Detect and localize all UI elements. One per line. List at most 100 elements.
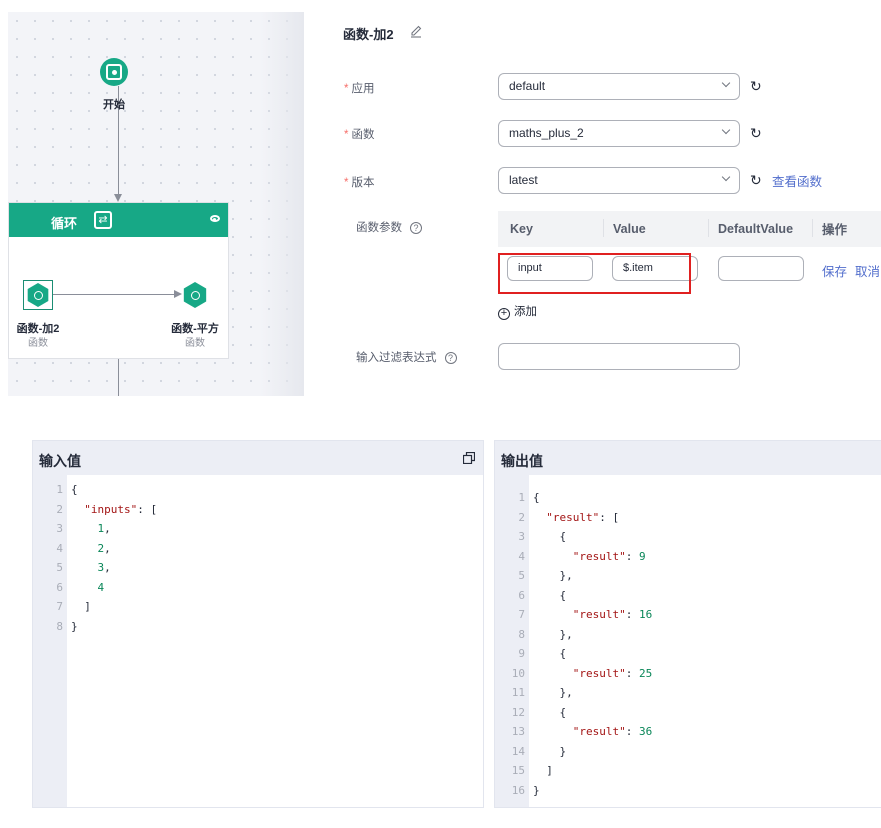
eye-icon[interactable] <box>210 215 220 222</box>
function-select[interactable]: maths_plus_2 <box>498 120 740 147</box>
code-line: 3 { <box>495 527 881 547</box>
code-text: } <box>71 619 78 633</box>
code-text: { <box>533 530 567 543</box>
code-line: 5 }, <box>495 566 881 586</box>
line-number: 8 <box>56 619 63 633</box>
line-number: 1 <box>56 483 63 496</box>
code-text: "result": [ <box>546 510 620 524</box>
output-panel-header: 输出值 <box>495 441 881 475</box>
line-number: 2 <box>518 510 525 524</box>
code-line: 14 } <box>495 742 881 762</box>
help-icon[interactable]: ? <box>410 221 422 234</box>
code-text: } <box>533 783 540 797</box>
loop-header[interactable]: 循环 ⇄ <box>9 203 228 237</box>
output-panel-title: 输出值 <box>501 453 543 469</box>
plus-circle-icon: + <box>498 308 510 320</box>
line-number: 15 <box>511 764 525 777</box>
function-node-square-type: 函数 <box>185 338 205 349</box>
code-line: 9 { <box>495 644 881 664</box>
line-number: 13 <box>511 725 525 738</box>
line-number: 11 <box>511 686 525 699</box>
function-node-add2[interactable] <box>23 280 53 310</box>
app-label: * 应用 <box>344 83 375 95</box>
output-panel: 输出值 1{2 "result": [3 {4 "result": 95 }, 6… <box>494 440 881 808</box>
code-line: 8} <box>33 617 483 637</box>
code-text: }, <box>533 686 573 699</box>
arrow-right-icon <box>174 290 182 298</box>
refresh-icon[interactable]: ↻ <box>750 125 762 142</box>
code-text: "result": 25 <box>572 666 653 680</box>
params-label: 函数参数? <box>356 219 422 235</box>
code-line: 11 }, <box>495 683 881 703</box>
code-line: 13 "result": 36 <box>495 722 881 742</box>
cancel-button[interactable]: 取消 <box>855 261 880 280</box>
output-code-viewer[interactable]: 1{2 "result": [3 {4 "result": 95 }, 6 {7 … <box>495 475 881 807</box>
code-text: { <box>533 491 540 504</box>
param-default-input[interactable] <box>718 256 804 281</box>
save-button[interactable]: 保存 <box>822 261 847 280</box>
line-number: 8 <box>518 627 525 641</box>
code-text: "result": 9 <box>572 549 646 563</box>
code-text: 4 <box>97 580 105 594</box>
filter-label: 输入过滤表达式? <box>356 349 457 365</box>
code-text: { <box>533 647 567 660</box>
code-line: 10 "result": 25 <box>495 664 881 684</box>
filter-expression-input[interactable] <box>498 343 740 370</box>
code-text: }, <box>533 569 573 582</box>
copy-icon[interactable] <box>463 452 475 464</box>
code-text: } <box>533 744 567 758</box>
line-number: 2 <box>56 502 63 516</box>
code-line: 3 1, <box>33 519 483 539</box>
params-table-header: Key Value DefaultValue 操作 <box>498 211 881 247</box>
connector-add-square <box>51 294 177 295</box>
refresh-icon[interactable]: ↻ <box>750 78 762 95</box>
line-number: 4 <box>518 549 525 563</box>
start-icon <box>106 64 122 80</box>
line-number: 4 <box>56 541 63 555</box>
edit-icon[interactable] <box>409 24 423 38</box>
code-line: 12 { <box>495 703 881 723</box>
line-number: 7 <box>518 608 525 621</box>
code-text: 2, <box>97 541 111 555</box>
flow-canvas[interactable]: 开始 循环 ⇄ 函数-加2 函数 函数-平方 函数 <box>8 12 304 396</box>
refresh-icon[interactable]: ↻ <box>750 172 762 189</box>
code-text: { <box>71 483 78 496</box>
code-line: 2 "inputs": [ <box>33 500 483 520</box>
start-node-label: 开始 <box>103 99 125 111</box>
code-line: 7 ] <box>33 597 483 617</box>
function-node-square[interactable] <box>182 282 208 308</box>
code-line: 1{ <box>33 480 483 500</box>
code-text: 3, <box>97 561 111 574</box>
line-number: 6 <box>56 580 63 594</box>
code-line: 6 { <box>495 586 881 606</box>
input-code-editor[interactable]: 1{2 "inputs": [3 1, 4 2, 5 3, 6 47 ] 8} <box>33 475 483 807</box>
function-label: * 函数 <box>344 129 375 141</box>
column-actions: 操作 <box>822 223 848 237</box>
code-line: 4 "result": 9 <box>495 547 881 567</box>
code-text: "inputs": [ <box>84 502 158 516</box>
add-param-button[interactable]: + 添加 <box>498 303 537 320</box>
code-line: 2 "result": [ <box>495 508 881 528</box>
loop-icon: ⇄ <box>94 211 112 229</box>
help-icon[interactable]: ? <box>444 351 457 364</box>
column-default-value: DefaultValue <box>718 222 794 236</box>
code-text: { <box>533 588 567 602</box>
line-number: 3 <box>56 522 63 535</box>
view-function-link[interactable]: 查看函数 <box>772 171 822 190</box>
version-select[interactable]: latest <box>498 167 740 194</box>
code-line: 15 ] <box>495 761 881 781</box>
code-line: 1{ <box>495 488 881 508</box>
line-number: 14 <box>511 744 525 758</box>
start-node[interactable] <box>100 58 128 86</box>
loop-title: 循环 <box>51 216 78 231</box>
connector-loop-out <box>118 359 119 396</box>
chevron-down-icon <box>721 125 731 135</box>
line-number: 10 <box>511 666 525 680</box>
code-line: 5 3, <box>33 558 483 578</box>
line-number: 5 <box>518 569 525 582</box>
app-select[interactable]: default <box>498 73 740 100</box>
code-line: 16} <box>495 781 881 801</box>
column-value: Value <box>613 222 646 236</box>
code-line: 7 "result": 16 <box>495 605 881 625</box>
app-select-value: default <box>509 79 546 93</box>
